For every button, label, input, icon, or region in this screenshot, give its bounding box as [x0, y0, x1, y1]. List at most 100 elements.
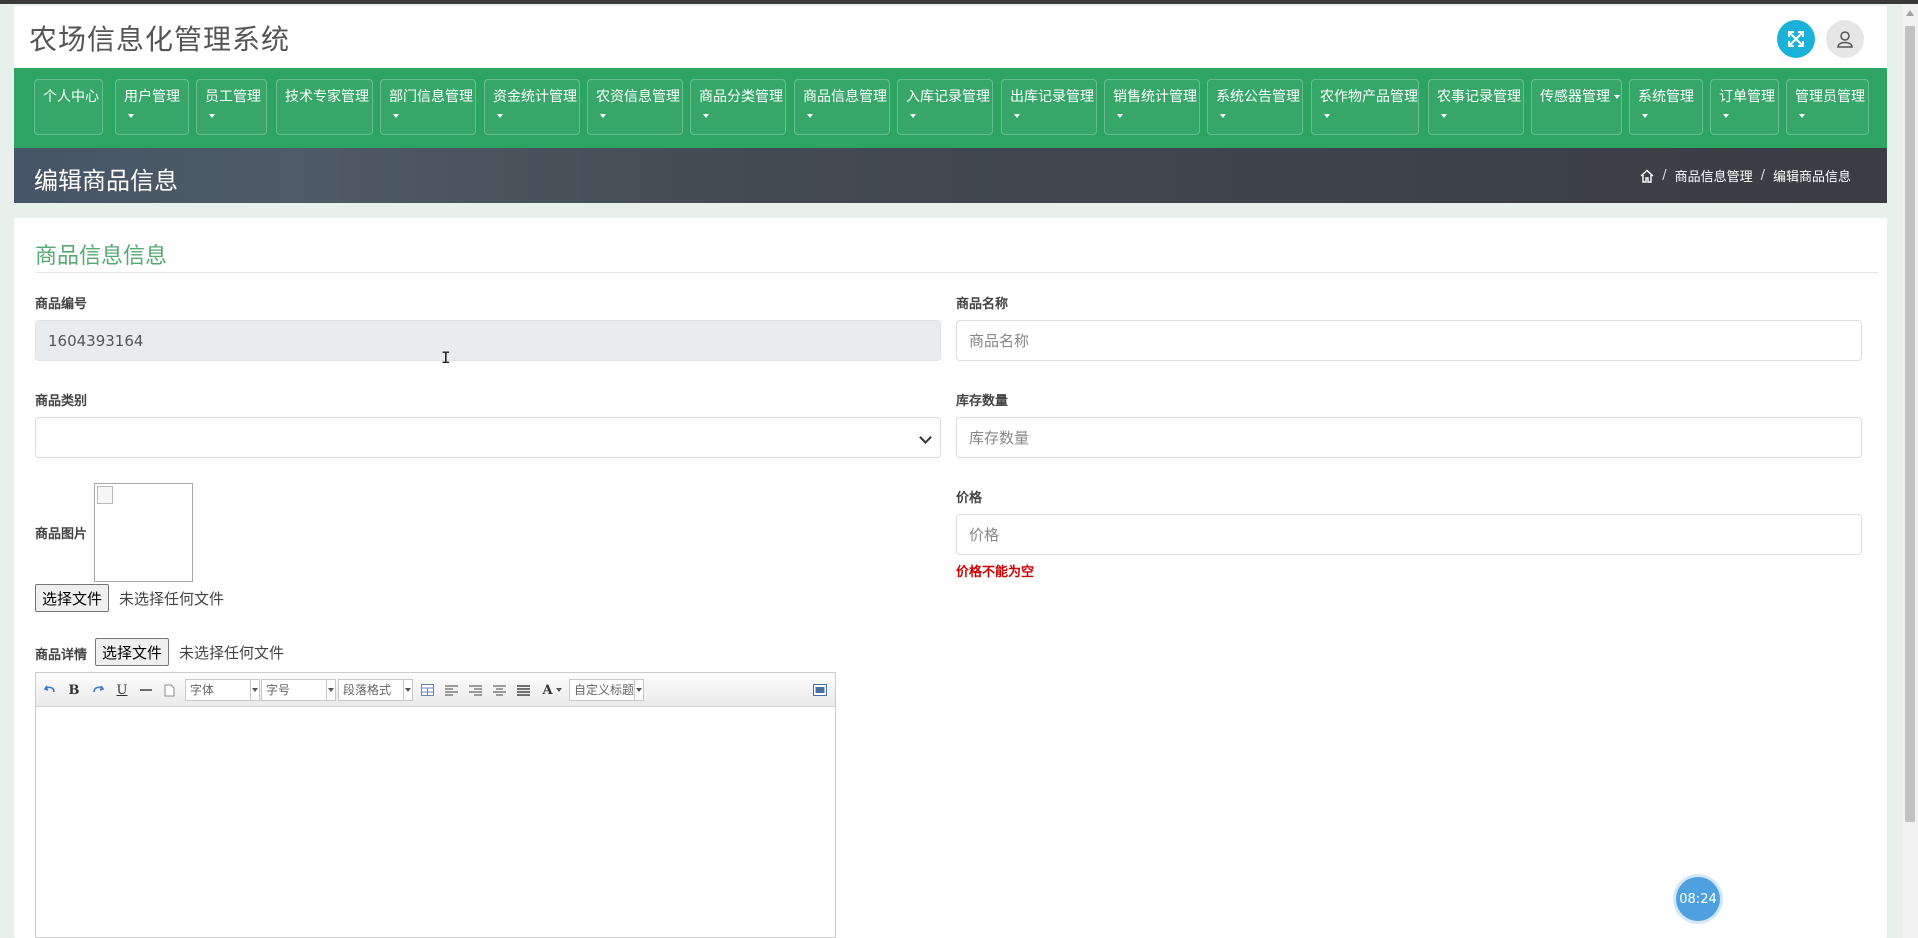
user-button[interactable]	[1826, 20, 1864, 58]
user-icon	[1837, 31, 1853, 48]
nav-item-4[interactable]: 部门信息管理	[380, 79, 476, 135]
page-banner: 编辑商品信息 / 商品信息管理 / 编辑商品信息	[14, 148, 1887, 203]
nav-item-14[interactable]: 农事记录管理	[1428, 79, 1524, 135]
nav-item-8[interactable]: 商品信息管理	[794, 79, 890, 135]
font-color-button[interactable]: A	[539, 680, 565, 700]
horizontal-rule-icon[interactable]	[138, 680, 154, 700]
nav-item-2[interactable]: 员工管理	[196, 79, 267, 135]
font-color-label: A	[542, 682, 553, 698]
nav-item-label: 入库记录管理	[906, 89, 990, 105]
section-title: 商品信息信息	[35, 244, 168, 269]
breadcrumb-separator: /	[1662, 168, 1667, 183]
nav-item-15[interactable]: 传感器管理	[1531, 79, 1622, 135]
page-scrollbar[interactable]	[1902, 4, 1918, 938]
home-icon[interactable]	[1640, 169, 1654, 183]
nav-item-5[interactable]: 资金统计管理	[484, 79, 580, 135]
preview-icon[interactable]	[812, 680, 828, 700]
image-file-status: 未选择任何文件	[119, 590, 225, 608]
detail-file-button[interactable]: 选择文件	[95, 638, 170, 666]
nav-item-12[interactable]: 系统公告管理	[1207, 79, 1303, 135]
breadcrumb-item-current: 编辑商品信息	[1772, 170, 1851, 185]
nav-item-label: 商品信息管理	[803, 89, 887, 105]
align-center-icon[interactable]	[491, 680, 507, 700]
window-top-border	[0, 0, 1918, 4]
align-justify-icon[interactable]	[515, 680, 531, 700]
nav-item-17[interactable]: 订单管理	[1710, 79, 1779, 135]
price-error: 价格不能为空	[956, 565, 1035, 580]
nav-item-label: 系统公告管理	[1216, 89, 1300, 105]
nav-item-3[interactable]: 技术专家管理	[276, 79, 373, 135]
align-left-icon[interactable]	[443, 680, 459, 700]
undo-icon[interactable]	[42, 680, 58, 700]
editor-content-area[interactable]	[36, 707, 835, 937]
nav-item-7[interactable]: 商品分类管理	[690, 79, 786, 135]
breadcrumb: / 商品信息管理 / 编辑商品信息	[1640, 166, 1851, 185]
chevron-down-icon	[1117, 114, 1123, 118]
category-select[interactable]	[35, 417, 941, 458]
clock-widget[interactable]: 08:24	[1676, 877, 1720, 921]
nav-item-label: 销售统计管理	[1113, 89, 1197, 105]
app-title: 农场信息化管理系统	[29, 23, 291, 56]
nav-item-label: 部门信息管理	[389, 89, 473, 105]
nav-item-label: 商品分类管理	[699, 89, 783, 105]
nav-item-11[interactable]: 销售统计管理	[1104, 79, 1200, 135]
chevron-down-icon	[393, 114, 399, 118]
nav-item-label: 管理员管理	[1795, 89, 1865, 105]
category-label: 商品类别	[35, 394, 88, 409]
nav-item-label: 农作物产品管理	[1320, 89, 1418, 105]
chevron-down-icon	[1723, 114, 1729, 118]
code-label: 商品编号	[35, 297, 88, 312]
align-right-icon[interactable]	[467, 680, 483, 700]
image-preview	[94, 483, 193, 582]
nav-item-18[interactable]: 管理员管理	[1786, 79, 1869, 135]
chevron-down-icon	[403, 680, 412, 700]
chevron-down-icon	[497, 114, 503, 118]
paragraph-format-select[interactable]: 段落格式	[338, 679, 413, 701]
chevron-down-icon	[1642, 114, 1648, 118]
chevron-down-icon	[634, 680, 643, 700]
nav-item-label: 资金统计管理	[493, 89, 577, 105]
paragraph-format-value: 段落格式	[343, 683, 392, 697]
nav-item-label: 个人中心	[43, 89, 99, 105]
fullscreen-button[interactable]	[1777, 20, 1815, 58]
nav-item-13[interactable]: 农作物产品管理	[1311, 79, 1419, 135]
underline-button[interactable]: U	[114, 680, 130, 700]
nav-item-label: 出库记录管理	[1010, 89, 1094, 105]
nav-item-16[interactable]: 系统管理	[1629, 79, 1703, 135]
bold-button[interactable]: B	[66, 680, 82, 700]
nav-item-label: 系统管理	[1638, 89, 1694, 105]
name-field[interactable]	[956, 320, 1862, 361]
section-divider	[35, 272, 1878, 273]
broken-image-icon	[97, 486, 113, 504]
page-icon[interactable]	[162, 680, 176, 700]
nav-item-6[interactable]: 农资信息管理	[587, 79, 683, 135]
nav-item-9[interactable]: 入库记录管理	[897, 79, 993, 135]
stock-label: 库存数量	[956, 394, 1009, 409]
nav-item-label: 技术专家管理	[285, 89, 369, 105]
stock-field[interactable]	[956, 417, 1862, 458]
text-cursor-icon: I	[441, 348, 451, 367]
nav-item-label: 用户管理	[124, 89, 180, 105]
font-family-select[interactable]: 字体	[185, 679, 260, 701]
nav-item-10[interactable]: 出库记录管理	[1001, 79, 1097, 135]
main-nav: 个人中心 用户管理 员工管理 技术专家管理 部门信息管理 资金统计管理 农资信息管理 商品分类…	[14, 68, 1887, 148]
nav-item-0[interactable]: 个人中心	[34, 79, 103, 135]
scrollbar-thumb[interactable]	[1905, 26, 1915, 822]
custom-title-value: 自定义标题	[574, 683, 635, 697]
nav-item-label: 农事记录管理	[1437, 89, 1521, 105]
form-card: 商品信息信息 商品编号 商品名称 商品类别 库存数量 商品图片 选择文件 未选择…	[14, 218, 1887, 938]
price-field[interactable]	[956, 514, 1862, 555]
breadcrumb-item-goods-management[interactable]: 商品信息管理	[1675, 166, 1753, 185]
redo-icon[interactable]	[90, 680, 106, 700]
image-file-button[interactable]: 选择文件	[35, 584, 110, 612]
nav-item-label: 员工管理	[205, 89, 261, 105]
breadcrumb-separator: /	[1760, 168, 1765, 183]
code-field[interactable]	[35, 320, 941, 361]
chevron-down-icon	[919, 431, 932, 444]
chevron-down-icon	[703, 114, 709, 118]
custom-title-select[interactable]: 自定义标题	[569, 679, 644, 701]
table-icon[interactable]	[419, 680, 435, 700]
font-size-select[interactable]: 字号	[261, 679, 336, 701]
scroll-up-arrow-icon[interactable]	[1906, 10, 1914, 16]
nav-item-1[interactable]: 用户管理	[115, 79, 189, 135]
